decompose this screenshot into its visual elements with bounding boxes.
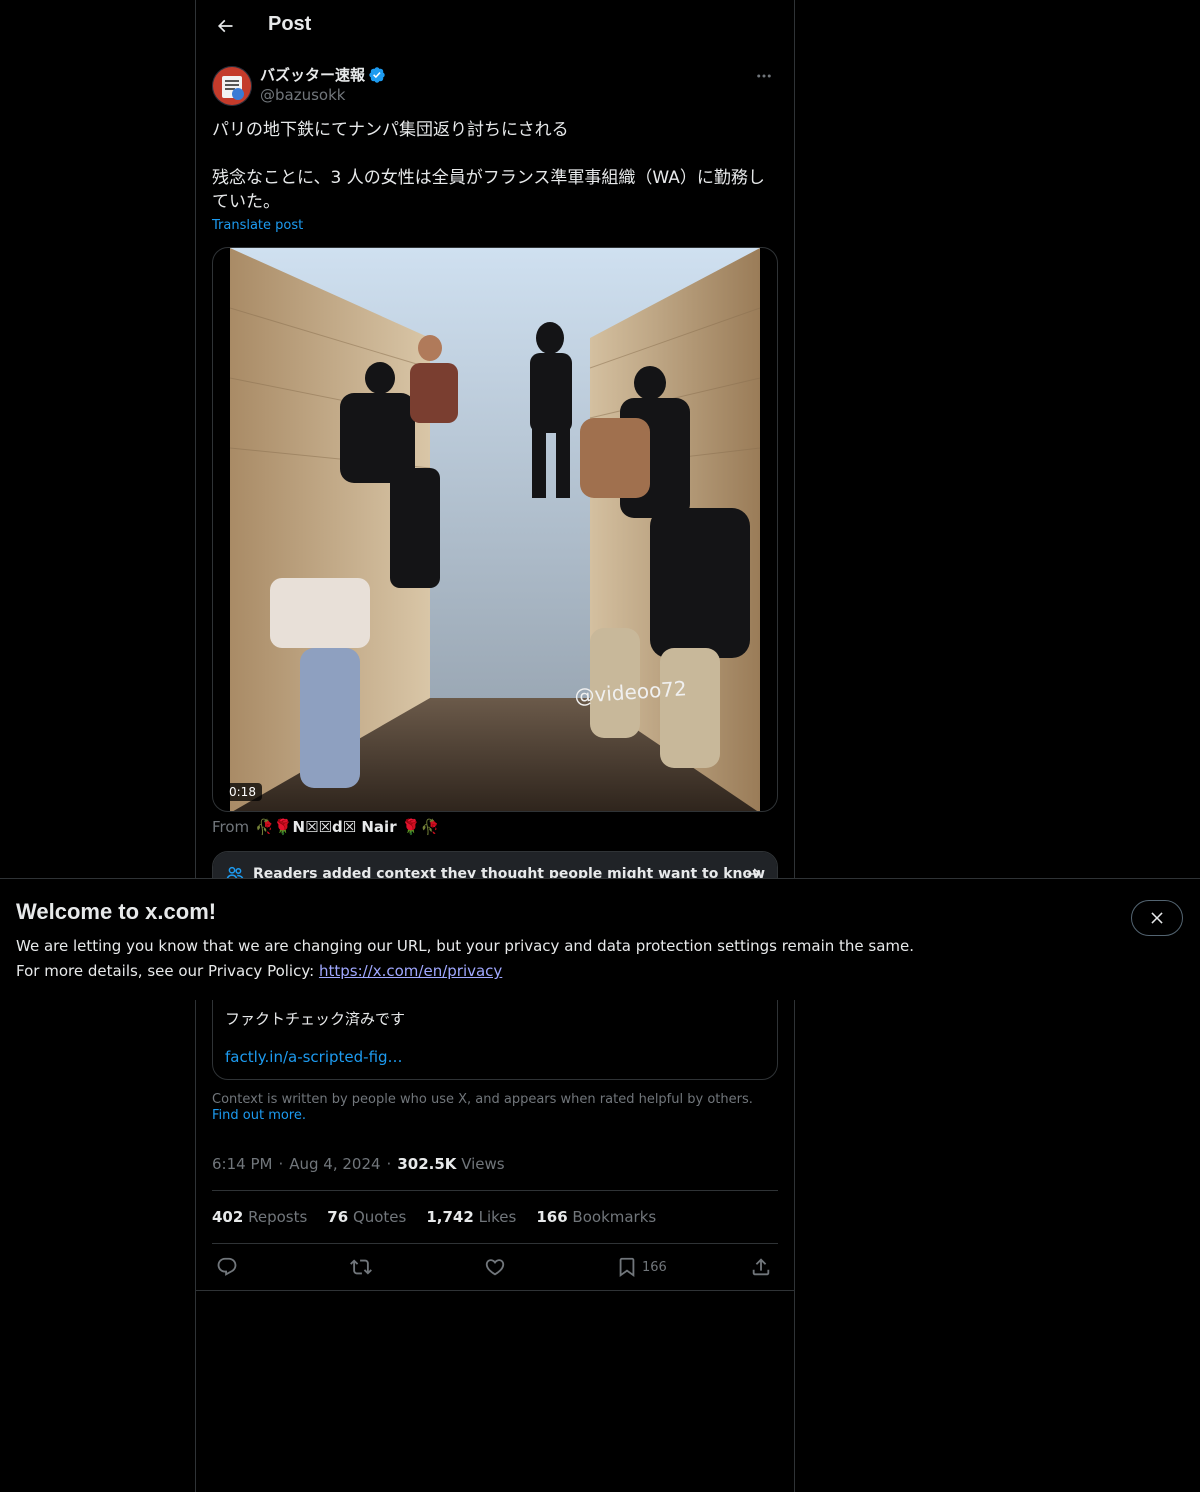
reply-icon — [217, 1257, 237, 1276]
video-source: From 🥀🌹N☒☒d☒ Nair 🌹🥀 — [212, 818, 439, 836]
reposts-label: Reposts — [248, 1208, 308, 1226]
privacy-policy-link[interactable]: https://x.com/en/privacy — [319, 962, 502, 980]
post-views: 302.5K Views — [397, 1155, 504, 1173]
context-explainer: Context is written by people who use X, … — [212, 1092, 778, 1124]
video-thumbnail: @videoo72 — [230, 248, 760, 811]
banner-policy-line: For more details, see our Privacy Policy… — [16, 962, 502, 980]
community-note-link[interactable]: factly.in/a-scripted-fig… — [225, 1048, 403, 1066]
back-button[interactable] — [208, 9, 242, 43]
post-date[interactable]: Aug 4, 2024 — [289, 1155, 380, 1173]
banner-message: We are letting you know that we are chan… — [16, 937, 915, 955]
banner-title: Welcome to x.com! — [16, 899, 217, 924]
reposts-stat[interactable]: 402 Reposts — [212, 1208, 307, 1226]
divider — [212, 1243, 778, 1244]
likes-stat[interactable]: 1,742 Likes — [426, 1208, 516, 1226]
repost-button[interactable] — [350, 1250, 372, 1284]
author-name[interactable]: バズッター速報 — [260, 64, 386, 85]
community-note-body: ファクトチェック済みです — [225, 1010, 406, 1028]
video-source-name[interactable]: 🥀🌹N☒☒d☒ Nair 🌹🥀 — [255, 818, 439, 836]
quotes-stat[interactable]: 76 Quotes — [327, 1208, 406, 1226]
likes-label: Likes — [478, 1208, 517, 1226]
close-banner-button[interactable] — [1131, 900, 1183, 936]
context-explainer-text: Context is written by people who use X, … — [212, 1092, 753, 1107]
post-stats: 402 Reposts 76 Quotes 1,742 Likes 166 Bo… — [212, 1208, 656, 1226]
quotes-count: 76 — [327, 1208, 349, 1226]
arrow-left-icon — [217, 19, 233, 33]
video-player[interactable]: @videoo72 0:18 — [212, 247, 778, 812]
likes-count: 1,742 — [426, 1208, 474, 1226]
bookmarks-label: Bookmarks — [572, 1208, 657, 1226]
author-display-name: バズッター速報 — [260, 66, 366, 84]
translate-post-link[interactable]: Translate post — [212, 218, 303, 233]
reposts-count: 402 — [212, 1208, 244, 1226]
post-time[interactable]: 6:14 PM — [212, 1155, 272, 1173]
share-icon — [752, 1258, 770, 1276]
post-author: バズッター速報 @bazusokk — [212, 62, 778, 110]
reply-button[interactable] — [216, 1250, 238, 1284]
views-label: Views — [461, 1155, 505, 1173]
close-icon — [1151, 912, 1163, 924]
verified-badge-icon — [369, 66, 385, 83]
more-dots-icon — [757, 74, 771, 78]
video-duration: 0:18 — [223, 783, 262, 801]
bookmark-icon — [619, 1257, 635, 1278]
author-handle[interactable]: @bazusokk — [260, 86, 345, 104]
video-source-prefix: From — [212, 818, 250, 836]
divider — [212, 1190, 778, 1191]
top-bar: Post — [196, 0, 794, 53]
bookmarks-count: 166 — [536, 1208, 568, 1226]
page-title: Post — [268, 13, 312, 35]
bookmark-button[interactable]: 166 — [616, 1250, 667, 1284]
post-meta: 6:14 PM · Aug 4, 2024 · 302.5K Views — [212, 1155, 505, 1173]
action-bar: 166 — [212, 1250, 778, 1284]
bookmarks-stat[interactable]: 166 Bookmarks — [536, 1208, 656, 1226]
welcome-banner: Welcome to x.com! We are letting you kno… — [0, 878, 1200, 1000]
banner-policy-prefix: For more details, see our Privacy Policy… — [16, 962, 315, 980]
heart-icon — [485, 1259, 505, 1276]
repost-icon — [350, 1259, 372, 1275]
avatar[interactable] — [212, 66, 252, 106]
divider — [196, 1290, 794, 1291]
post-column: Post バズッター速報 @bazusokk パリの地下鉄にてナンパ集団返り討ち… — [195, 0, 795, 1492]
bookmark-count: 166 — [642, 1259, 667, 1275]
views-count: 302.5K — [397, 1155, 457, 1173]
find-out-more-link[interactable]: Find out more. — [212, 1108, 306, 1123]
more-options-button[interactable] — [750, 64, 778, 88]
like-button[interactable] — [484, 1250, 506, 1284]
share-button[interactable] — [750, 1250, 772, 1284]
post-text: パリの地下鉄にてナンパ集団返り討ちにされる 残念なことに、3 人の女性は全員がフ… — [212, 120, 765, 212]
quotes-label: Quotes — [352, 1208, 407, 1226]
